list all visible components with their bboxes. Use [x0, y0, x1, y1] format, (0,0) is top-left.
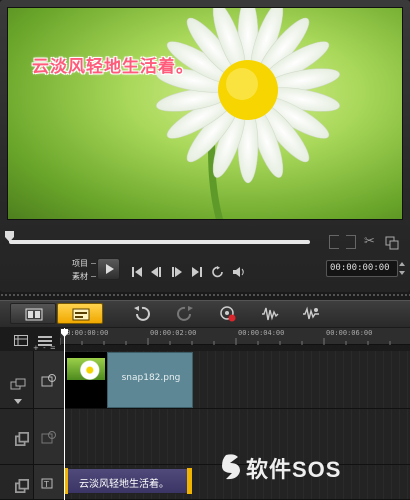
- title-clip-label: 云淡风轻地生活着。: [79, 479, 169, 490]
- title-track-icon-cell: T: [33, 465, 63, 500]
- play-button[interactable]: [97, 258, 120, 280]
- video-track-icon-cell: [33, 351, 63, 409]
- mode-clip-label[interactable]: 素材: [72, 271, 88, 282]
- prev-frame-icon[interactable]: [149, 263, 163, 277]
- title-track-icon: T: [41, 475, 57, 489]
- overlay-track-header[interactable]: [0, 409, 33, 465]
- scrubber-bar[interactable]: [9, 240, 310, 244]
- end-icon[interactable]: [190, 263, 204, 277]
- image-clip[interactable]: snap182.png: [107, 352, 193, 408]
- overlay-track-icon-cell: [33, 409, 63, 465]
- ruler-label: 00:00:00:00: [62, 329, 109, 337]
- next-frame-icon[interactable]: [170, 263, 184, 277]
- track-toggle-icon[interactable]: [14, 431, 29, 446]
- title-clip-trim-end[interactable]: [187, 468, 192, 494]
- audio-mix-icon[interactable]: [261, 305, 279, 323]
- ruler-label: 00:00:06:00: [326, 329, 373, 337]
- mode-divider: [91, 263, 96, 264]
- timecode-down-arrow[interactable]: [399, 271, 405, 275]
- panel-resize-grip[interactable]: [0, 293, 410, 298]
- mode-divider: [91, 276, 96, 277]
- track-ripple-icon[interactable]: [10, 377, 26, 391]
- track-toggle-icon[interactable]: [14, 478, 29, 493]
- title-track-header[interactable]: [0, 465, 33, 500]
- timeline-view-button[interactable]: [57, 303, 103, 324]
- overlay-track-icon: [41, 430, 57, 444]
- auto-music-icon[interactable]: [302, 305, 320, 323]
- playhead-line[interactable]: [64, 328, 65, 500]
- undo-icon[interactable]: [133, 305, 151, 323]
- mark-in-button[interactable]: [329, 235, 339, 249]
- watermark-logo-icon: [222, 454, 240, 480]
- preview-window: 云淡风轻地生活着。: [7, 7, 403, 220]
- home-icon[interactable]: [130, 263, 144, 277]
- clip-thumbnail: [67, 358, 105, 380]
- track-manager-icon[interactable]: [14, 331, 28, 346]
- film-strip-icon: [25, 308, 43, 321]
- repeat-icon[interactable]: [211, 263, 225, 278]
- mode-project-label[interactable]: 项目: [72, 258, 88, 269]
- video-track-header[interactable]: [0, 351, 33, 409]
- timeline-icon: [72, 308, 90, 321]
- timecode-up-arrow[interactable]: [399, 262, 405, 266]
- mark-out-button[interactable]: [346, 235, 356, 249]
- watermark-text: 软件SOS: [246, 457, 342, 482]
- timecode-display[interactable]: 00:00:00:00: [326, 260, 398, 277]
- svg-text:T: T: [43, 480, 49, 489]
- video-track-icon: [41, 373, 57, 387]
- redo-icon[interactable]: [176, 305, 194, 323]
- title-clip-trim-start[interactable]: [65, 468, 68, 494]
- chevron-down-icon[interactable]: [14, 399, 22, 404]
- ruler-label: 00:00:04:00: [238, 329, 285, 337]
- title-clip[interactable]: 云淡风轻地生活着。: [66, 468, 190, 494]
- daisy-image: [156, 8, 340, 219]
- ruler-label: 00:00:02:00: [150, 329, 197, 337]
- title-overlay-text[interactable]: 云淡风轻地生活着。: [32, 52, 194, 77]
- record-icon[interactable]: [219, 305, 237, 323]
- volume-icon[interactable]: [232, 263, 246, 277]
- video-clip[interactable]: [65, 352, 107, 408]
- scissors-icon[interactable]: ✂: [364, 234, 375, 249]
- storyboard-view-button[interactable]: [10, 303, 56, 324]
- image-clip-label: snap182.png: [121, 373, 181, 383]
- copy-icon[interactable]: [385, 235, 399, 250]
- track-list-icon[interactable]: [38, 331, 52, 346]
